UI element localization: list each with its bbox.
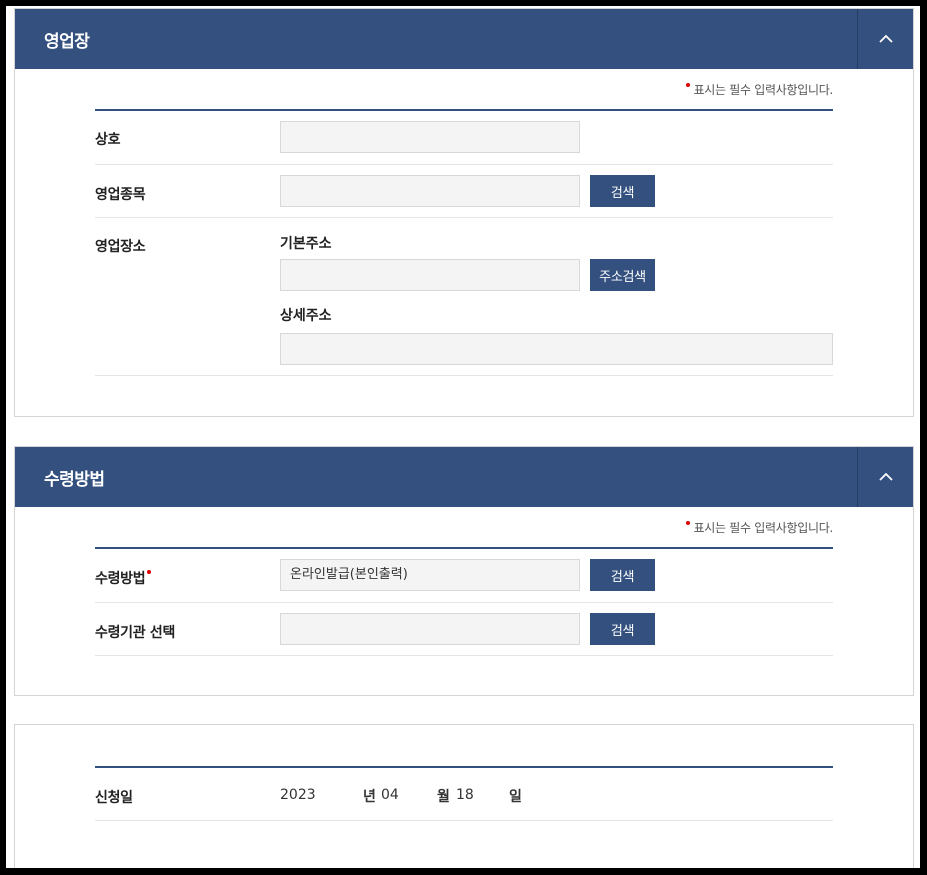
business-section-title: 영업장 [44,31,90,52]
required-note: 표시는 필수 입력사항입니다. [685,81,833,98]
year-value: 2023 [280,787,316,803]
business-section-header: 영업장 [15,9,913,69]
business-type-input[interactable] [280,175,580,207]
month-unit: 월 [437,789,450,805]
month-value: 04 [381,787,399,803]
receipt-section-header: 수령방법 [15,447,913,507]
receipt-agency-search-button[interactable]: 검색 [590,613,655,645]
day-value: 18 [456,787,474,803]
year-unit: 년 [363,789,376,805]
business-section: 영업장 표시는 필수 입력사항입니다. 상호 영업종목 검색 영업장소 기본주소 [14,8,914,417]
application-date-row: 신청일 2023 년 04 월 18 일 [95,768,833,821]
required-dot-icon [685,83,690,87]
receipt-method-row: 수령방법 온라인발급(본인출력) 검색 [95,549,833,603]
trade-name-row: 상호 [95,111,833,165]
receipt-section-title: 수령방법 [44,469,105,490]
business-type-search-button[interactable]: 검색 [590,175,655,207]
chevron-up-icon [878,472,893,481]
receipt-method-label: 수령방법 [95,568,152,588]
trade-name-input[interactable] [280,121,580,153]
application-section: 신청일 2023 년 04 월 18 일 [14,724,914,868]
detail-address-label: 상세주소 [280,308,332,324]
business-type-row: 영업종목 검색 [95,165,833,218]
collapse-toggle-button[interactable] [857,9,913,69]
business-type-label: 영업종목 [95,187,146,203]
basic-address-input[interactable] [280,259,580,291]
required-dot-icon [685,521,690,525]
receipt-agency-row: 수령기관 선택 검색 [95,603,833,656]
application-form: 신청일 2023 년 04 월 18 일 [95,766,833,821]
receipt-section: 수령방법 표시는 필수 입력사항입니다. 수령방법 온라인발급(본인출력) 검색… [14,446,914,696]
basic-address-label: 기본주소 [280,236,332,252]
application-date-label: 신청일 [95,790,133,806]
business-location-row: 영업장소 기본주소 주소검색 상세주소 [95,218,833,376]
trade-name-label: 상호 [95,132,121,148]
chevron-up-icon [878,34,893,43]
detail-address-input[interactable] [280,333,833,365]
day-unit: 일 [509,789,522,805]
receipt-agency-label: 수령기관 선택 [95,625,176,641]
business-form: 상호 영업종목 검색 영업장소 기본주소 주소검색 상세주소 [95,109,833,376]
business-location-label: 영업장소 [95,239,146,255]
collapse-toggle-button[interactable] [857,447,913,507]
receipt-method-input[interactable]: 온라인발급(본인출력) [280,559,580,591]
required-note: 표시는 필수 입력사항입니다. [685,519,833,536]
receipt-agency-input[interactable] [280,613,580,645]
required-dot-icon [147,570,152,574]
receipt-form: 수령방법 온라인발급(본인출력) 검색 수령기관 선택 검색 [95,547,833,656]
receipt-method-search-button[interactable]: 검색 [590,559,655,591]
address-search-button[interactable]: 주소검색 [590,259,655,291]
page-frame: 영업장 표시는 필수 입력사항입니다. 상호 영업종목 검색 영업장소 기본주소 [6,6,920,868]
